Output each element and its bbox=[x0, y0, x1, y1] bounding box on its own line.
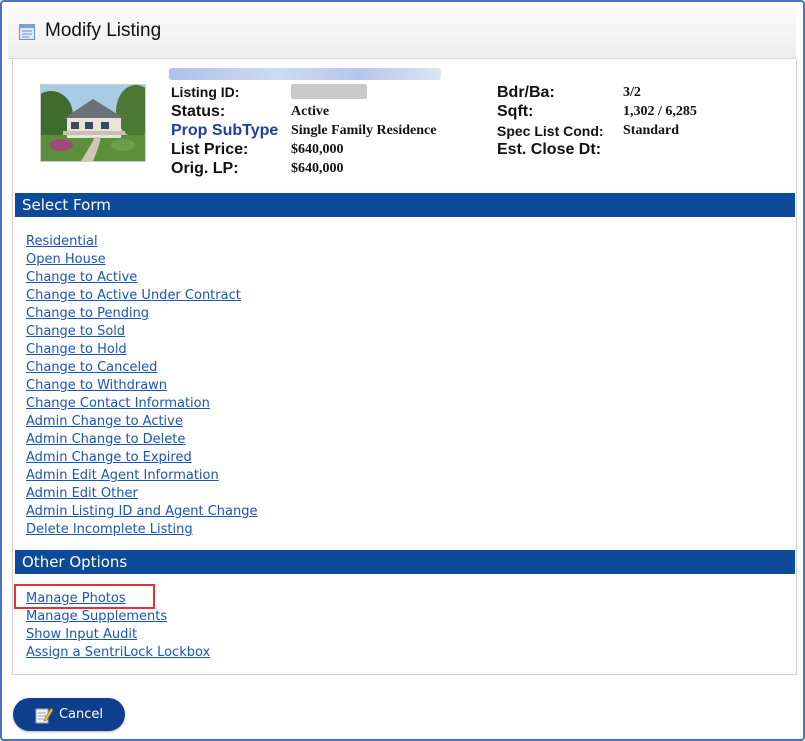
link-delete-incomplete-listing[interactable]: Delete Incomplete Listing bbox=[26, 522, 193, 537]
bdr-ba-label: Bdr/Ba: bbox=[497, 84, 555, 101]
link-change-to-active[interactable]: Change to Active bbox=[26, 270, 137, 285]
link-admin-change-to-delete[interactable]: Admin Change to Delete bbox=[26, 432, 185, 447]
sqft-value: 1,302 / 6,285 bbox=[623, 104, 697, 119]
listing-photo-thumbnail bbox=[40, 84, 146, 162]
link-residential[interactable]: Residential bbox=[26, 234, 98, 249]
link-admin-change-to-active[interactable]: Admin Change to Active bbox=[26, 414, 183, 429]
redacted-listing-id bbox=[291, 84, 367, 99]
status-value: Active bbox=[291, 104, 330, 119]
link-change-to-withdrawn[interactable]: Change to Withdrawn bbox=[26, 378, 167, 393]
orig-lp-label: Orig. LP: bbox=[171, 160, 239, 177]
form-icon bbox=[19, 24, 35, 40]
link-show-input-audit[interactable]: Show Input Audit bbox=[26, 627, 137, 642]
list-price-value: $640,000 bbox=[291, 142, 344, 157]
modify-listing-window: Modify Listing Listing ID: Status: Activ… bbox=[0, 0, 805, 741]
listing-content: Listing ID: Status: Active Prop SubType … bbox=[12, 60, 797, 675]
bdr-ba-value: 3/2 bbox=[623, 85, 641, 100]
spec-list-cond-value: Standard bbox=[623, 123, 680, 138]
link-change-to-sold[interactable]: Change to Sold bbox=[26, 324, 125, 339]
title-bar: Modify Listing bbox=[8, 8, 796, 59]
link-change-contact-information[interactable]: Change Contact Information bbox=[26, 396, 210, 411]
list-price-label: List Price: bbox=[171, 141, 249, 158]
edit-cancel-icon bbox=[35, 707, 53, 723]
listing-id-label: Listing ID: bbox=[171, 84, 240, 100]
status-label: Status: bbox=[171, 103, 226, 120]
link-open-house[interactable]: Open House bbox=[26, 252, 106, 267]
est-close-dt-label: Est. Close Dt: bbox=[497, 141, 602, 158]
link-change-to-hold[interactable]: Change to Hold bbox=[26, 342, 127, 357]
prop-subtype-value: Single Family Residence bbox=[291, 123, 437, 138]
other-options-header: Other Options bbox=[15, 550, 795, 574]
manage-photos-highlight bbox=[14, 584, 155, 609]
select-form-header: Select Form bbox=[15, 193, 795, 217]
link-admin-listing-id-and-agent-change[interactable]: Admin Listing ID and Agent Change bbox=[26, 504, 257, 519]
orig-lp-value: $640,000 bbox=[291, 161, 344, 176]
link-change-to-pending[interactable]: Change to Pending bbox=[26, 306, 149, 321]
cancel-button[interactable]: Cancel bbox=[13, 698, 125, 731]
redacted-address bbox=[169, 68, 441, 80]
link-admin-edit-other[interactable]: Admin Edit Other bbox=[26, 486, 138, 501]
link-admin-edit-agent-information[interactable]: Admin Edit Agent Information bbox=[26, 468, 219, 483]
house-photo bbox=[41, 85, 145, 161]
link-assign-sentrilock-lockbox[interactable]: Assign a SentriLock Lockbox bbox=[26, 645, 210, 660]
select-form-links: Residential Open House Change to Active … bbox=[26, 231, 257, 537]
cancel-button-label: Cancel bbox=[58, 707, 104, 722]
link-admin-change-to-expired[interactable]: Admin Change to Expired bbox=[26, 450, 192, 465]
page-title: Modify Listing bbox=[45, 20, 162, 41]
link-manage-supplements[interactable]: Manage Supplements bbox=[26, 609, 167, 624]
spec-list-cond-label: Spec List Cond: bbox=[497, 123, 604, 139]
sqft-label: Sqft: bbox=[497, 103, 534, 120]
link-change-to-active-under-contract[interactable]: Change to Active Under Contract bbox=[26, 288, 241, 303]
prop-subtype-label: Prop SubType bbox=[171, 122, 279, 139]
link-change-to-canceled[interactable]: Change to Canceled bbox=[26, 360, 157, 375]
